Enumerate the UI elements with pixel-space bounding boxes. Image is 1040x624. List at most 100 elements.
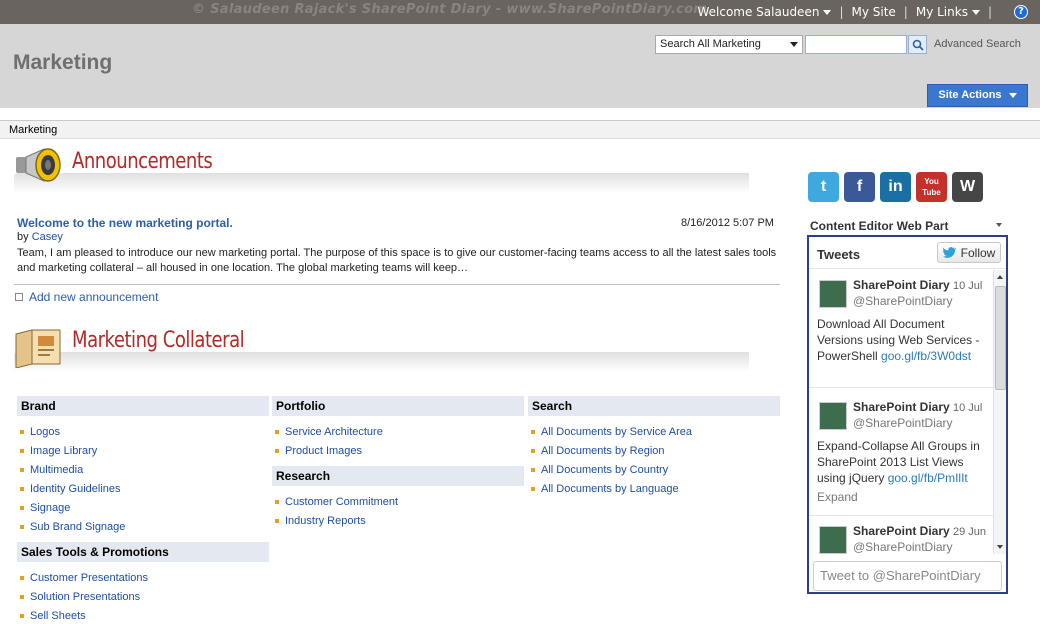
scroll-thumb[interactable] bbox=[995, 286, 1006, 390]
tweet-date[interactable]: 10 Jul bbox=[953, 280, 982, 292]
breadcrumb: Marketing bbox=[0, 120, 1040, 139]
link[interactable]: Multimedia bbox=[30, 464, 83, 476]
add-new-announcement-link[interactable]: Add new announcement bbox=[15, 290, 158, 304]
list-item: Product Images bbox=[272, 441, 524, 460]
link[interactable]: All Documents by Language bbox=[541, 483, 679, 495]
welcome-menu[interactable]: Welcome Salaudeen bbox=[697, 5, 832, 19]
announcement-title-link[interactable]: Welcome to the new marketing portal. bbox=[17, 216, 233, 230]
bullet-icon bbox=[275, 499, 279, 504]
facebook-icon[interactable]: f bbox=[844, 172, 875, 202]
list-item: All Documents by Region bbox=[528, 441, 780, 460]
tweet-date[interactable]: 29 Jun bbox=[953, 526, 986, 538]
tweet-input[interactable]: Tweet to @SharePointDiary bbox=[813, 561, 1002, 591]
announcement-body: Team, I am pleased to introduce our new … bbox=[17, 247, 777, 274]
link-group-sales: Sales Tools & Promotions Customer Presen… bbox=[17, 542, 269, 624]
link-group-brand: Brand Logos Image Library Multimedia Ide… bbox=[17, 396, 269, 536]
link-group-research: Research Customer Commitment Industry Re… bbox=[272, 466, 524, 530]
twitter-icon[interactable]: t bbox=[808, 172, 839, 202]
link[interactable]: All Documents by Country bbox=[541, 464, 668, 476]
link[interactable]: Customer Commitment bbox=[285, 496, 398, 508]
my-links-menu[interactable]: My Links bbox=[916, 5, 980, 19]
tweets-list[interactable]: SharePoint Diary 10 Jul @SharePointDiary… bbox=[809, 270, 1006, 554]
site-actions-button[interactable]: Site Actions bbox=[927, 84, 1028, 107]
youtube-icon[interactable]: You Tube bbox=[916, 172, 947, 202]
header-swoosh bbox=[14, 352, 749, 372]
link[interactable]: Product Images bbox=[285, 445, 362, 457]
web-part-title[interactable]: Content Editor Web Part bbox=[810, 219, 948, 233]
tweet: SharePoint Diary 10 Jul @SharePointDiary… bbox=[809, 392, 993, 516]
link[interactable]: Sell Sheets bbox=[30, 610, 86, 622]
link-group-search: Search All Documents by Service Area All… bbox=[528, 396, 780, 498]
link[interactable]: All Documents by Region bbox=[541, 445, 665, 457]
announcements-header: Announcements bbox=[14, 145, 754, 193]
tweet-link[interactable]: goo.gl/fb/PmIlIt bbox=[888, 471, 968, 485]
search-scope-select[interactable]: Search All Marketing bbox=[655, 35, 803, 54]
tweet-link[interactable]: goo.gl/fb/3W0dst bbox=[881, 349, 971, 363]
avatar[interactable] bbox=[819, 402, 847, 430]
link[interactable]: All Documents by Service Area bbox=[541, 426, 692, 438]
avatar[interactable] bbox=[819, 280, 847, 308]
list-item: All Documents by Country bbox=[528, 460, 780, 479]
wordpress-icon[interactable]: W bbox=[952, 172, 983, 202]
scroll-down-icon[interactable] bbox=[997, 545, 1003, 549]
link[interactable]: Signage bbox=[30, 502, 70, 514]
bullet-icon bbox=[20, 467, 24, 472]
list-item: Signage bbox=[17, 498, 269, 517]
link[interactable]: Industry Reports bbox=[285, 515, 366, 527]
tweet-date[interactable]: 10 Jul bbox=[953, 402, 982, 414]
page-title[interactable]: Marketing bbox=[13, 51, 112, 75]
collateral-title: Marketing Collateral bbox=[72, 328, 245, 353]
divider bbox=[14, 284, 780, 285]
list-item: Solution Presentations bbox=[17, 587, 269, 606]
bullet-icon bbox=[20, 594, 24, 599]
expand-link[interactable]: Expand bbox=[817, 490, 858, 504]
bullet-icon bbox=[275, 448, 279, 453]
my-links-label: My Links bbox=[915, 5, 968, 19]
facebook-glyph: f bbox=[856, 178, 863, 195]
add-icon bbox=[15, 293, 23, 301]
bullet-icon bbox=[531, 429, 535, 434]
linkedin-icon[interactable]: in bbox=[880, 172, 911, 202]
tweet-author[interactable]: SharePoint Diary bbox=[853, 524, 950, 538]
search-input[interactable] bbox=[805, 35, 907, 54]
tweets-scrollbar[interactable] bbox=[993, 270, 1006, 554]
link[interactable]: Service Architecture bbox=[285, 426, 383, 438]
collateral-header: Marketing Collateral bbox=[14, 324, 754, 372]
link[interactable]: Identity Guidelines bbox=[30, 483, 121, 495]
tweet-handle: @SharePointDiary bbox=[853, 294, 953, 308]
chevron-down-icon bbox=[823, 10, 832, 15]
bullet-icon bbox=[20, 613, 24, 618]
chevron-down-icon bbox=[1008, 92, 1017, 98]
tweet-text: Download All Document Versions using Web… bbox=[817, 316, 989, 364]
list-item: All Documents by Language bbox=[528, 479, 780, 498]
bullet-icon bbox=[275, 518, 279, 523]
advanced-search-link[interactable]: Advanced Search bbox=[934, 38, 1021, 50]
link[interactable]: Customer Presentations bbox=[30, 572, 148, 584]
follow-button[interactable]: Follow bbox=[937, 242, 1001, 263]
megaphone-icon bbox=[16, 148, 61, 182]
my-site-link[interactable]: My Site bbox=[851, 5, 895, 19]
twitter-bird-icon bbox=[942, 246, 957, 258]
author-link[interactable]: Casey bbox=[32, 231, 63, 243]
twitter-glyph: t bbox=[820, 178, 827, 195]
help-icon[interactable]: ? bbox=[1014, 5, 1028, 19]
tweet-author[interactable]: SharePoint Diary bbox=[853, 278, 950, 292]
group-heading: Research bbox=[272, 466, 524, 486]
scroll-up-icon[interactable] bbox=[997, 275, 1003, 279]
list-item: Multimedia bbox=[17, 460, 269, 479]
tweet-author[interactable]: SharePoint Diary bbox=[853, 400, 950, 414]
chevron-down-icon[interactable] bbox=[996, 223, 1002, 227]
tweet: SharePoint Diary 29 Jun @SharePointDiary bbox=[809, 516, 993, 554]
link[interactable]: Image Library bbox=[30, 445, 97, 457]
tweet-text: Expand-Collapse All Groups in SharePoint… bbox=[817, 438, 989, 486]
search-button[interactable] bbox=[908, 35, 927, 54]
top-nav: Welcome Salaudeen | My Site | My Links | bbox=[697, 5, 1000, 19]
breadcrumb-item[interactable]: Marketing bbox=[9, 124, 57, 136]
link[interactable]: Sub Brand Signage bbox=[30, 521, 125, 533]
link[interactable]: Solution Presentations bbox=[30, 591, 140, 603]
avatar[interactable] bbox=[819, 526, 847, 554]
bullet-icon bbox=[531, 448, 535, 453]
chevron-down-icon bbox=[971, 10, 980, 15]
watermark: © Salaudeen Rajack's SharePoint Diary - … bbox=[192, 2, 708, 17]
link[interactable]: Logos bbox=[30, 426, 60, 438]
